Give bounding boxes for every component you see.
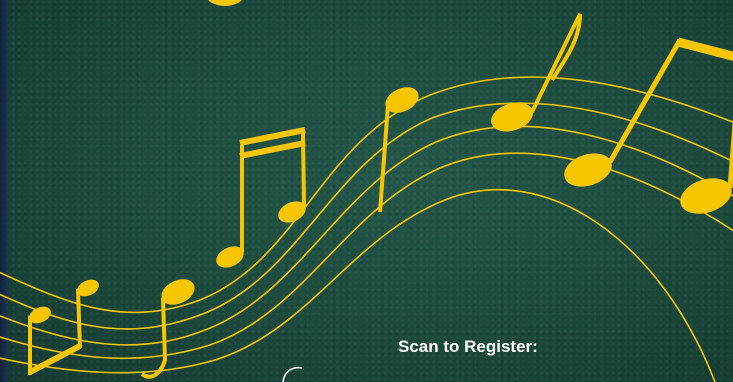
music-notes — [28, 13, 733, 379]
scan-to-register-label: Scan to Register: — [398, 337, 538, 356]
staff-line — [0, 125, 733, 346]
note-stem — [530, 13, 582, 113]
staff-line — [0, 189, 716, 382]
note-stem — [76, 288, 82, 349]
note-stem — [140, 297, 168, 379]
note-head — [564, 153, 612, 187]
note-beam — [239, 140, 306, 159]
music-staff-icon — [0, 13, 733, 382]
staff-lines — [0, 76, 733, 382]
staff-line — [0, 76, 733, 314]
note-stem — [607, 38, 683, 164]
poster-background: Scan to Register: — [0, 0, 733, 382]
note-beam — [239, 127, 306, 146]
qr-code-icon — [282, 366, 303, 382]
note-beam — [676, 37, 733, 61]
note-head — [680, 178, 732, 214]
